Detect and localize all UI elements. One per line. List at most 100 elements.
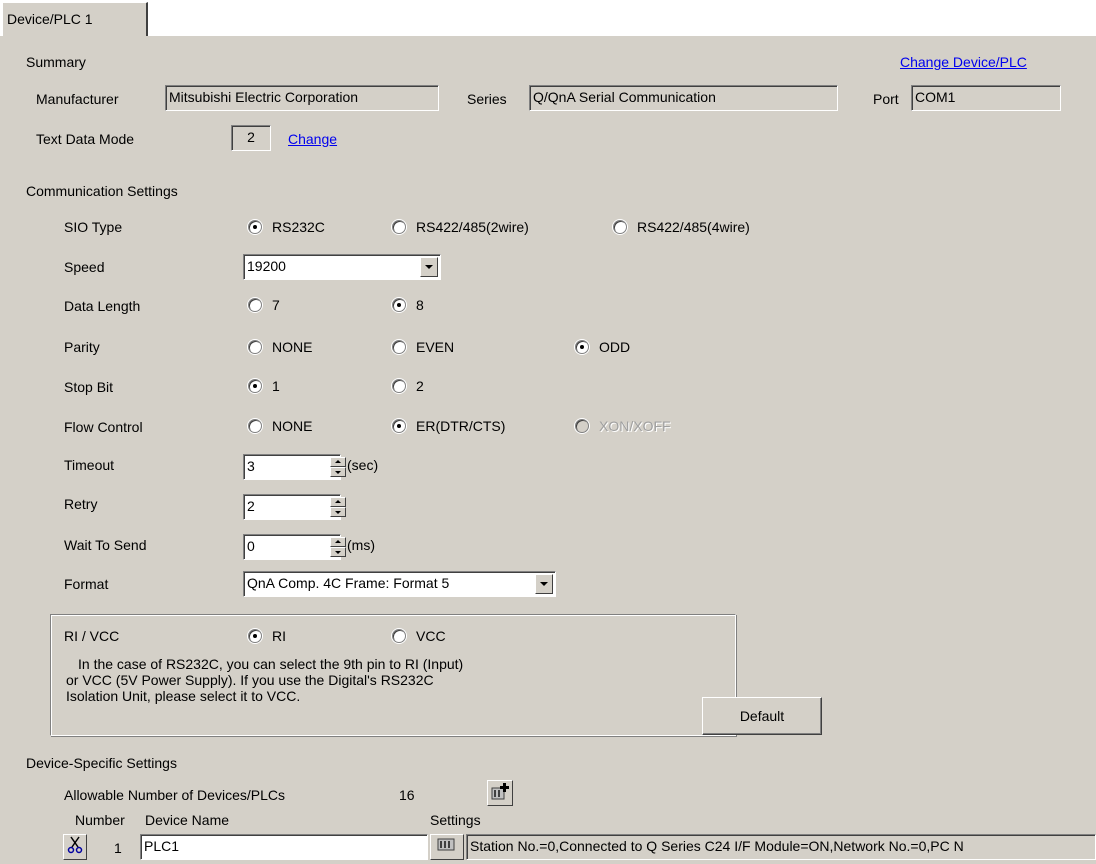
radio-indicator xyxy=(248,298,262,312)
radio-indicator xyxy=(248,220,262,234)
settings-column-header: Settings xyxy=(430,812,481,828)
parity-even-radio[interactable]: EVEN xyxy=(392,339,454,355)
timeout-unit: (sec) xyxy=(347,457,379,473)
parity-none-label: NONE xyxy=(272,339,313,355)
series-field: Q/QnA Serial Communication xyxy=(529,85,838,111)
data-length-7-radio[interactable]: 7 xyxy=(248,297,280,313)
parity-odd-radio[interactable]: ODD xyxy=(575,339,630,355)
text-data-mode-label: Text Data Mode xyxy=(36,131,135,147)
manufacturer-field: Mitsubishi Electric Corporation xyxy=(165,85,439,111)
device-row-number: 1 xyxy=(114,840,122,856)
radio-indicator xyxy=(392,298,406,312)
manufacturer-label: Manufacturer xyxy=(36,91,119,107)
parity-label: Parity xyxy=(64,339,100,355)
flow-control-er-radio[interactable]: ER(DTR/CTS) xyxy=(392,418,505,434)
retry-input[interactable]: 2 xyxy=(243,494,341,520)
spin-down-icon[interactable] xyxy=(330,507,346,517)
flow-control-er-label: ER(DTR/CTS) xyxy=(416,418,506,434)
radio-indicator xyxy=(392,220,406,234)
wait-to-send-input[interactable]: 0 xyxy=(243,534,341,560)
device-settings-summary: Station No.=0,Connected to Q Series C24 … xyxy=(466,834,1096,860)
retry-spinner[interactable] xyxy=(330,497,346,517)
device-settings-icon[interactable] xyxy=(430,834,464,860)
spin-up-icon[interactable] xyxy=(330,537,346,547)
sio-type-rs422-4wire-radio[interactable]: RS422/485(4wire) xyxy=(613,219,750,235)
text-data-mode-field: 2 xyxy=(231,125,271,151)
radio-indicator xyxy=(613,220,627,234)
spin-down-icon[interactable] xyxy=(330,547,346,557)
spin-up-icon[interactable] xyxy=(330,457,346,467)
data-length-8-label: 8 xyxy=(416,297,424,313)
data-length-label: Data Length xyxy=(64,298,141,314)
delete-device-icon[interactable] xyxy=(63,834,87,860)
text-data-mode-change-link[interactable]: Change xyxy=(288,131,337,147)
allowable-devices-label: Allowable Number of Devices/PLCs xyxy=(64,787,285,803)
ri-radio[interactable]: RI xyxy=(248,628,286,644)
parity-even-label: EVEN xyxy=(416,339,455,355)
radio-indicator xyxy=(392,419,406,433)
vcc-radio-label: VCC xyxy=(416,628,446,644)
format-dropdown-arrow-icon[interactable] xyxy=(535,574,553,594)
speed-value: 19200 xyxy=(247,258,286,274)
stop-bit-2-radio[interactable]: 2 xyxy=(392,378,424,394)
summary-heading: Summary xyxy=(26,54,86,70)
radio-indicator xyxy=(248,340,262,354)
sio-type-rs232c-radio[interactable]: RS232C xyxy=(248,219,325,235)
timeout-input[interactable]: 3 xyxy=(243,454,341,480)
tab-strip-divider xyxy=(148,35,1096,36)
wait-to-send-label: Wait To Send xyxy=(64,537,147,553)
format-value: QnA Comp. 4C Frame: Format 5 xyxy=(247,575,450,591)
sio-type-rs422-2wire-radio[interactable]: RS422/485(2wire) xyxy=(392,219,529,235)
stop-bit-label: Stop Bit xyxy=(64,379,114,395)
radio-indicator xyxy=(248,379,262,393)
stop-bit-1-radio[interactable]: 1 xyxy=(248,378,280,394)
flow-control-label: Flow Control xyxy=(64,419,143,435)
spin-up-icon[interactable] xyxy=(330,497,346,507)
retry-label: Retry xyxy=(64,496,98,512)
parity-none-radio[interactable]: NONE xyxy=(248,339,312,355)
wait-to-send-spinner[interactable] xyxy=(330,537,346,557)
sio-type-rs232c-label: RS232C xyxy=(272,219,325,235)
format-label: Format xyxy=(64,576,109,592)
port-field: COM1 xyxy=(911,85,1061,111)
radio-indicator xyxy=(248,629,262,643)
radio-indicator xyxy=(575,419,589,433)
timeout-spinner[interactable] xyxy=(330,457,346,477)
ri-vcc-note-line2: or VCC (5V Power Supply). If you use the… xyxy=(66,672,434,688)
radio-indicator xyxy=(392,340,406,354)
flow-control-xon-xoff-label: XON/XOFF xyxy=(599,418,671,434)
radio-indicator xyxy=(392,379,406,393)
format-select[interactable]: QnA Comp. 4C Frame: Format 5 xyxy=(243,571,556,597)
scissors-glyph xyxy=(67,836,83,854)
data-length-8-radio[interactable]: 8 xyxy=(392,297,424,313)
allowable-devices-value: 16 xyxy=(399,787,415,803)
default-button[interactable]: Default xyxy=(702,697,822,735)
tab-device-plc-1[interactable]: Device/PLC 1 xyxy=(2,2,148,36)
communication-settings-heading: Communication Settings xyxy=(26,183,178,199)
flow-control-none-label: NONE xyxy=(272,418,313,434)
flow-control-none-radio[interactable]: NONE xyxy=(248,418,312,434)
radio-indicator xyxy=(575,340,589,354)
change-device-plc-link[interactable]: Change Device/PLC xyxy=(900,54,1027,70)
flow-control-xon-xoff-radio: XON/XOFF xyxy=(575,418,671,434)
spin-down-icon[interactable] xyxy=(330,467,346,477)
device-specific-settings-heading: Device-Specific Settings xyxy=(26,755,177,771)
series-label: Series xyxy=(467,91,507,107)
stop-bit-2-label: 2 xyxy=(416,378,424,394)
speed-select[interactable]: 19200 xyxy=(243,254,441,280)
speed-label: Speed xyxy=(64,259,105,275)
wait-to-send-unit: (ms) xyxy=(347,537,375,553)
ri-vcc-label: RI / VCC xyxy=(64,628,120,644)
sio-type-rs422-4wire-label: RS422/485(4wire) xyxy=(637,219,750,235)
radio-indicator xyxy=(248,419,262,433)
sio-type-label: SIO Type xyxy=(64,219,123,235)
tab-strip: Device/PLC 1 xyxy=(0,0,1096,36)
device-name-input[interactable]: PLC1 xyxy=(140,834,428,860)
parity-odd-label: ODD xyxy=(599,339,631,355)
speed-dropdown-arrow-icon[interactable] xyxy=(420,257,438,277)
ri-radio-label: RI xyxy=(272,628,286,644)
vcc-radio[interactable]: VCC xyxy=(392,628,446,644)
ri-vcc-note-line1: In the case of RS232C, you can select th… xyxy=(78,656,464,672)
add-device-icon[interactable] xyxy=(487,780,513,806)
device-name-column-header: Device Name xyxy=(145,812,230,828)
